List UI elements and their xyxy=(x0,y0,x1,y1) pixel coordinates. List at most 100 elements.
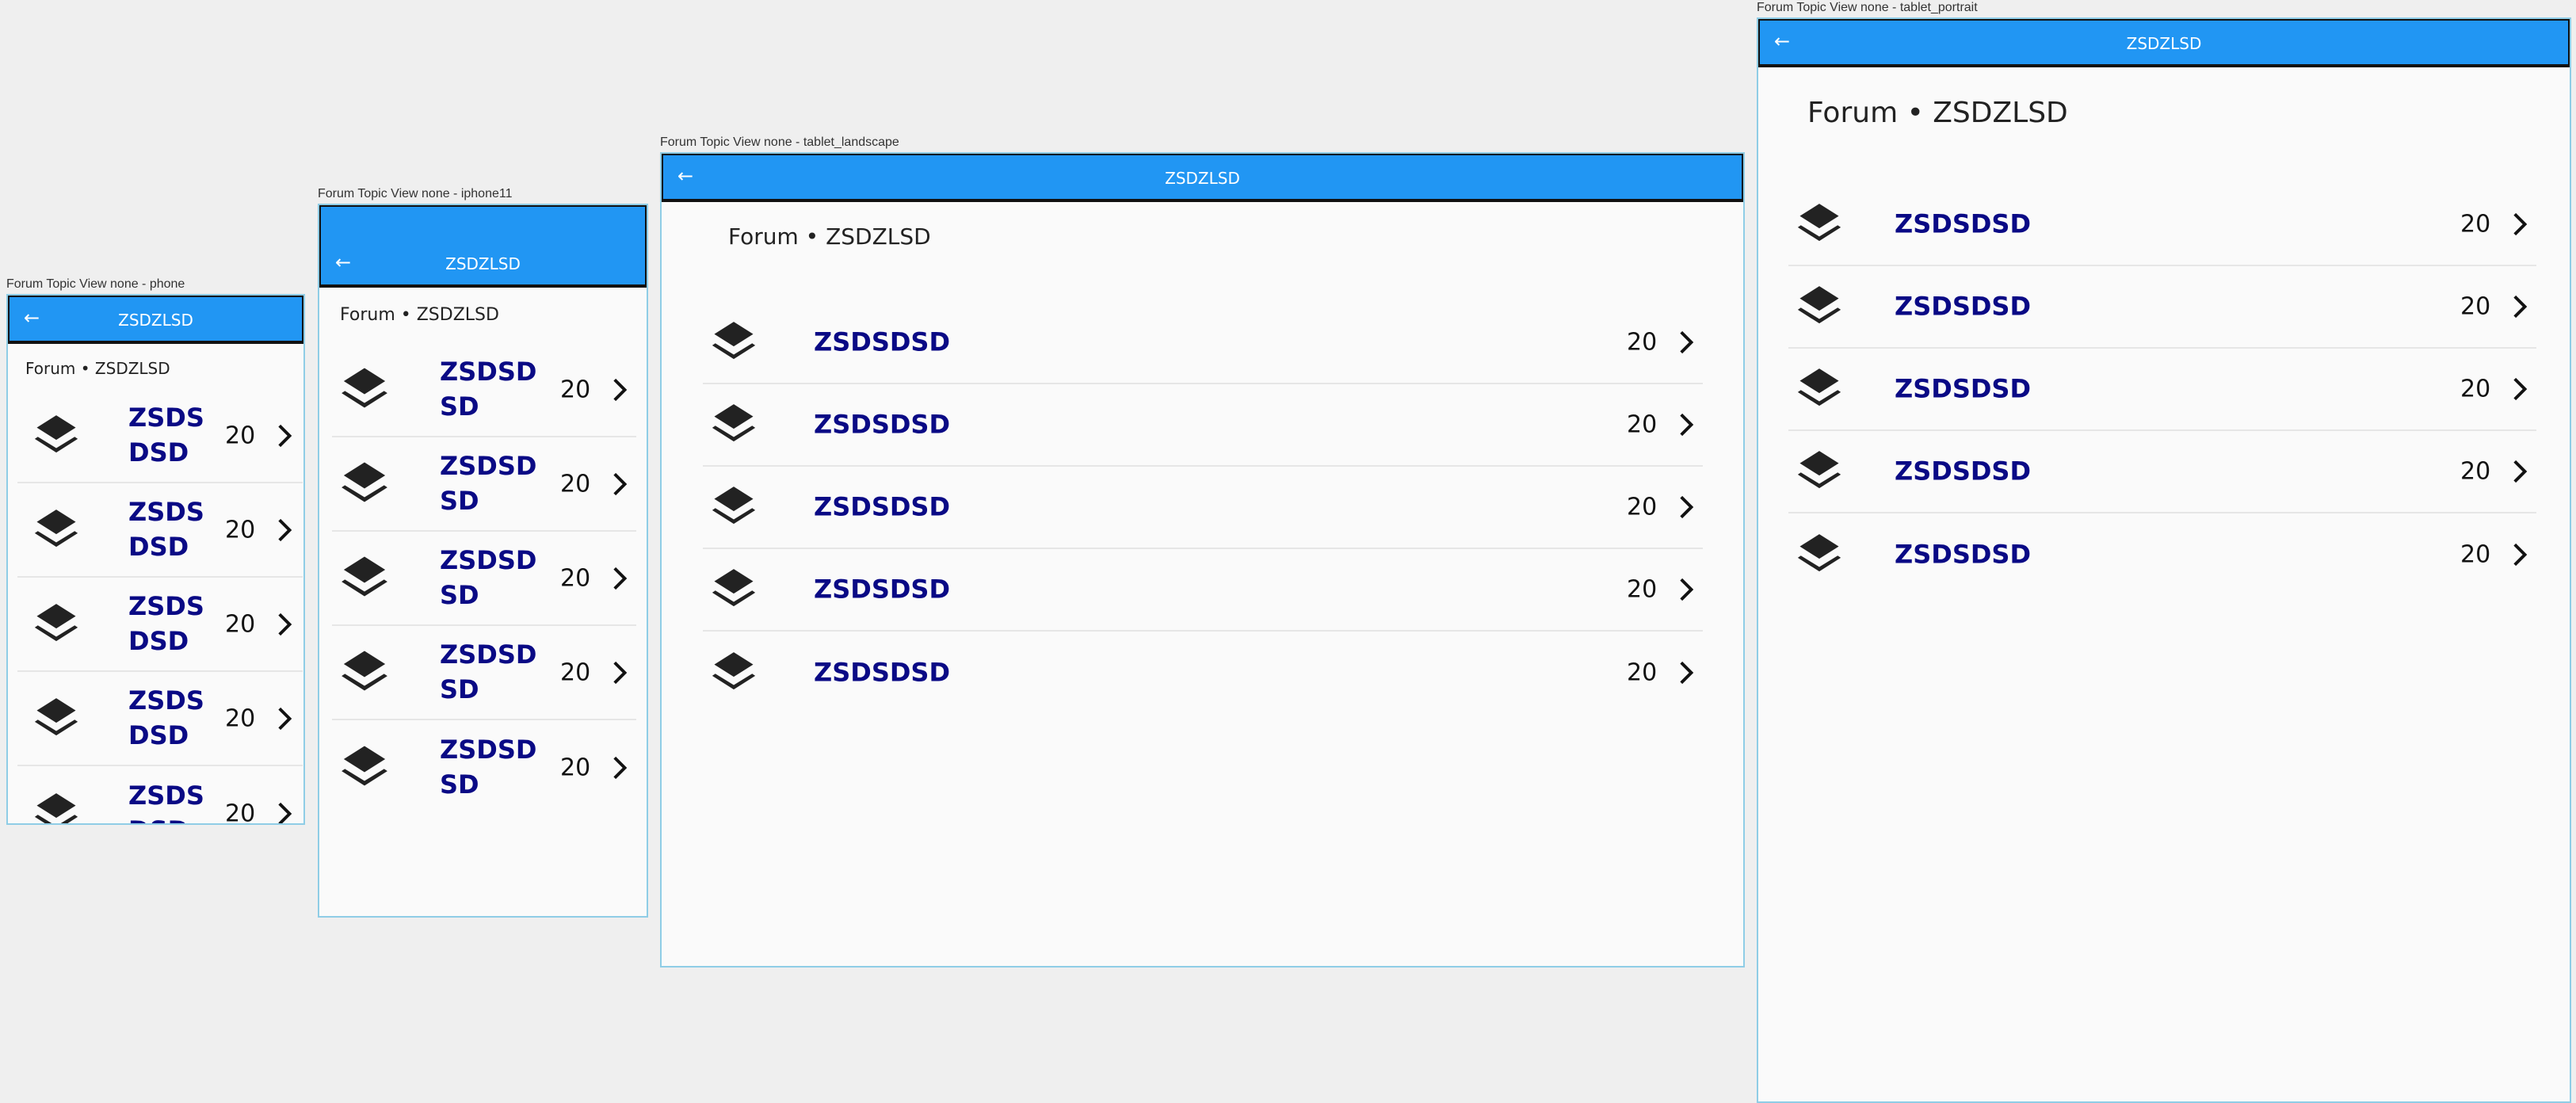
iphone11-screen: ← ZSDZLSD Forum • ZSDZLSD ZSDSDSD 20 ZSD… xyxy=(318,204,648,918)
topic-row[interactable]: ZSDSDSD 20 xyxy=(1788,513,2536,596)
chevron-right-icon[interactable] xyxy=(1671,328,1700,357)
topic-count: 20 xyxy=(2460,292,2491,321)
topic-name: ZSDSDSD xyxy=(128,685,204,751)
topic-row[interactable]: ZSDSDSD 20 xyxy=(1788,266,2536,349)
page-title: Forum • ZSDZLSD xyxy=(340,305,499,325)
topic-row[interactable]: ZSDSDSD 20 xyxy=(17,672,303,766)
topic-name: ZSDSDSD xyxy=(440,450,537,517)
topic-count: 20 xyxy=(1627,493,1658,521)
chevron-right-icon[interactable] xyxy=(605,470,633,498)
layers-icon xyxy=(32,600,81,649)
topic-row[interactable]: ZSDSDSD 20 xyxy=(332,626,636,720)
device-tablet-landscape: Forum Topic View none - tablet_landscape… xyxy=(660,136,1745,968)
topic-count: 20 xyxy=(1627,575,1658,604)
topic-row[interactable]: ZSDSDSD 20 xyxy=(17,389,303,483)
tablet-portrait-screen: ← ZSDZLSD Forum • ZSDZLSD ZSDSDSD 20 ZSD… xyxy=(1757,17,2571,1103)
topic-count: 20 xyxy=(560,564,591,592)
device-caption: Forum Topic View none - tablet_portrait xyxy=(1757,1,1978,14)
chevron-right-icon[interactable] xyxy=(2505,210,2533,239)
topic-name: ZSDSDSD xyxy=(1895,539,2032,570)
chevron-right-icon[interactable] xyxy=(605,658,633,687)
app-title: ZSDZLSD xyxy=(445,254,521,273)
topic-row[interactable]: ZSDSDSD 20 xyxy=(703,384,1703,467)
topic-count: 20 xyxy=(1627,658,1658,687)
topic-name: ZSDSDSD xyxy=(128,496,204,563)
topic-row[interactable]: ZSDSDSD 20 xyxy=(332,532,636,626)
topic-count: 20 xyxy=(225,704,256,732)
topic-count: 20 xyxy=(560,376,591,403)
topic-name: ZSDSDSD xyxy=(440,356,537,422)
topic-name: ZSDSDSD xyxy=(814,409,951,440)
chevron-right-icon[interactable] xyxy=(2505,540,2533,569)
chevron-right-icon[interactable] xyxy=(1671,575,1700,604)
topic-name: ZSDSDSD xyxy=(128,590,204,657)
topic-list: ZSDSDSD 20 ZSDSDSD 20 ZSDSDSD 20 ZSDSDSD… xyxy=(1788,184,2536,596)
layers-icon xyxy=(32,789,81,826)
topic-row[interactable]: ZSDSDSD 20 xyxy=(703,467,1703,549)
app-bar: ← ZSDZLSD xyxy=(662,154,1743,202)
topic-name: ZSDSDSD xyxy=(1895,208,2032,239)
topic-name: ZSDSDSD xyxy=(1895,291,2032,322)
topic-name: ZSDSDSD xyxy=(1895,373,2032,404)
chevron-right-icon[interactable] xyxy=(269,704,298,733)
chevron-right-icon[interactable] xyxy=(269,610,298,639)
layers-icon xyxy=(1795,364,1844,414)
topic-name: ZSDSDSD xyxy=(128,402,204,468)
topic-row[interactable]: ZSDSDSD 20 xyxy=(1788,431,2536,513)
chevron-right-icon[interactable] xyxy=(605,564,633,593)
topic-count: 20 xyxy=(560,658,591,686)
topic-row[interactable]: ZSDSDSD 20 xyxy=(17,483,303,578)
chevron-right-icon[interactable] xyxy=(605,754,633,782)
topic-list: ZSDSDSD 20 ZSDSDSD 20 ZSDSDSD 20 ZSDSDSD… xyxy=(332,343,636,815)
topic-row[interactable]: ZSDSDSD 20 xyxy=(332,437,636,532)
topic-row[interactable]: ZSDSDSD 20 xyxy=(1788,184,2536,266)
layers-icon xyxy=(709,648,758,697)
topic-name: ZSDSDSD xyxy=(440,639,537,705)
layers-icon xyxy=(32,694,81,743)
chevron-right-icon[interactable] xyxy=(2505,375,2533,403)
topic-count: 20 xyxy=(225,610,256,638)
page-title: Forum • ZSDZLSD xyxy=(1807,97,2068,129)
topic-row[interactable]: ZSDSDSD 20 xyxy=(1788,349,2536,431)
topic-name: ZSDSDSD xyxy=(814,326,951,357)
chevron-right-icon[interactable] xyxy=(1671,658,1700,687)
chevron-right-icon[interactable] xyxy=(269,800,298,826)
device-phone: Forum Topic View none - phone ← ZSDZLSD … xyxy=(6,278,305,825)
layers-icon xyxy=(709,400,758,449)
layers-icon xyxy=(1795,447,1844,496)
topic-row[interactable]: ZSDSDSD 20 xyxy=(17,578,303,672)
layers-icon xyxy=(338,552,391,605)
topic-count: 20 xyxy=(225,800,256,825)
chevron-right-icon[interactable] xyxy=(1671,493,1700,521)
topic-row[interactable]: ZSDSDSD 20 xyxy=(332,720,636,815)
chevron-right-icon[interactable] xyxy=(2505,457,2533,486)
topic-name: ZSDSDSD xyxy=(814,574,951,605)
chevron-right-icon[interactable] xyxy=(269,516,298,544)
page-title: Forum • ZSDZLSD xyxy=(25,359,170,378)
topic-count: 20 xyxy=(1627,328,1658,357)
topic-row[interactable]: ZSDSDSD 20 xyxy=(17,766,303,826)
topic-count: 20 xyxy=(1627,410,1658,439)
topic-list: ZSDSDSD 20 ZSDSDSD 20 ZSDSDSD 20 ZSDSDSD… xyxy=(703,302,1703,714)
topic-row[interactable]: ZSDSDSD 20 xyxy=(332,343,636,437)
page-title: Forum • ZSDZLSD xyxy=(728,223,931,250)
layers-icon xyxy=(32,411,81,460)
chevron-right-icon[interactable] xyxy=(2505,292,2533,321)
topic-row[interactable]: ZSDSDSD 20 xyxy=(703,632,1703,714)
layers-icon xyxy=(338,458,391,510)
chevron-right-icon[interactable] xyxy=(269,422,298,450)
layers-icon xyxy=(1795,282,1844,331)
layers-icon xyxy=(709,483,758,532)
topic-name: ZSDSDSD xyxy=(128,780,204,823)
topic-row[interactable]: ZSDSDSD 20 xyxy=(703,302,1703,384)
chevron-right-icon[interactable] xyxy=(1671,410,1700,439)
topic-row[interactable]: ZSDSDSD 20 xyxy=(703,549,1703,632)
topic-count: 20 xyxy=(560,470,591,498)
app-title: ZSDZLSD xyxy=(1165,169,1240,188)
topic-name: ZSDSDSD xyxy=(440,734,537,800)
device-caption: Forum Topic View none - phone xyxy=(6,277,185,291)
topic-count: 20 xyxy=(2460,210,2491,239)
chevron-right-icon[interactable] xyxy=(605,376,633,404)
app-bar: ← ZSDZLSD xyxy=(8,296,303,344)
topic-count: 20 xyxy=(2460,457,2491,486)
